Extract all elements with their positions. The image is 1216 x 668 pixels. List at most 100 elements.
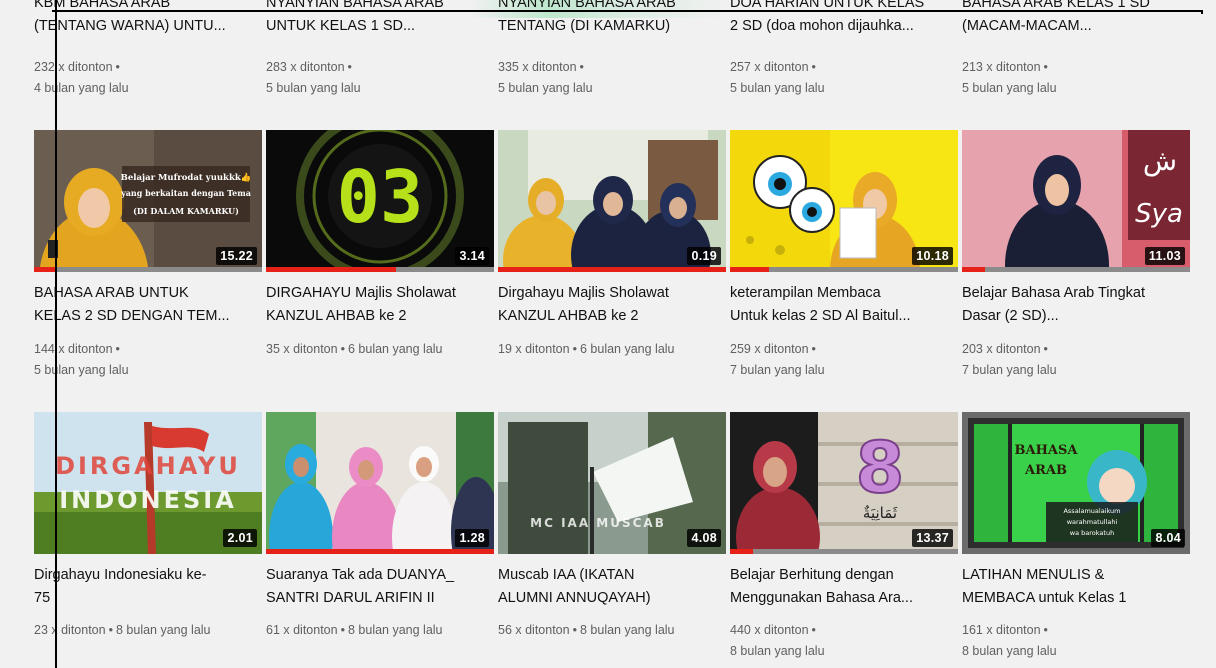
thumbnail-caption: Assalamualaikum — [1063, 507, 1120, 515]
video-title[interactable]: Suaranya Tak ada DUANYA_ SANTRI DARUL ARI… — [266, 564, 494, 610]
upload-age: 4 bulan yang lalu — [34, 81, 129, 95]
annotation-line-tick — [1201, 10, 1203, 14]
view-count: 61 x ditonton — [266, 623, 338, 637]
view-count: 259 x ditonton — [730, 342, 809, 356]
watch-progress — [34, 267, 262, 272]
video-title[interactable]: DIRGAHAYU Majlis Sholawat KANZUL AHBAB ke… — [266, 282, 494, 328]
upload-age: 5 bulan yang lalu — [498, 81, 593, 95]
thumbnail-caption: BAHASA — [1015, 443, 1079, 458]
thumbnail-caption: INDONESIA — [59, 486, 237, 514]
thumbnail-caption: (DI DALAM KAMARKU) — [133, 206, 239, 216]
upload-age: 8 bulan yang lalu — [579, 623, 675, 637]
annotation-line-vertical — [55, 0, 57, 668]
view-count: 203 x ditonton — [962, 342, 1041, 356]
watch-progress-fill — [498, 267, 726, 272]
view-count: 19 x ditonton — [498, 342, 570, 356]
video-thumbnail[interactable]: ش Sya 11.03 — [962, 130, 1190, 272]
video-duration: 10.18 — [912, 247, 953, 265]
thumbnail-caption: wa barokatuh — [1070, 529, 1114, 537]
video-meta: 283 x ditonton • 5 bulan yang lalu — [266, 57, 506, 99]
video-thumbnail[interactable]: 10.18 — [730, 130, 958, 272]
watch-progress-fill — [962, 267, 985, 272]
video-duration: 15.22 — [216, 247, 257, 265]
video-meta: 440 x ditonton • 8 bulan yang lalu — [730, 620, 970, 662]
thumbnail-caption: ش — [1143, 144, 1177, 177]
thumbnail-caption: warahmatullahi — [1067, 518, 1118, 526]
video-duration: 13.37 — [912, 529, 953, 547]
video-title[interactable]: BAHASA ARAB KELAS 1 SD (MACAM-MACAM... — [962, 0, 1190, 38]
video-thumbnail[interactable]: 1.28 — [266, 412, 494, 554]
view-count: 161 x ditonton — [962, 623, 1041, 637]
view-count: 35 x ditonton — [266, 342, 338, 356]
video-meta: 35 x ditonton • 6 bulan yang lalu — [266, 342, 443, 356]
video-title[interactable]: keterampilan Membaca Untuk kelas 2 SD Al … — [730, 282, 958, 328]
view-count: 23 x ditonton — [34, 623, 106, 637]
watch-progress — [266, 267, 494, 272]
video-meta: 335 x ditonton • 5 bulan yang lalu — [498, 57, 738, 99]
upload-age: 8 bulan yang lalu — [730, 644, 825, 658]
upload-age: 6 bulan yang lalu — [347, 342, 443, 356]
thumbnail-caption: 03 — [337, 155, 424, 239]
video-duration: 11.03 — [1144, 247, 1185, 265]
watch-progress — [730, 267, 958, 272]
watch-progress-fill — [730, 267, 769, 272]
video-title[interactable]: Dirgahayu Majlis Sholawat KANZUL AHBAB ke… — [498, 282, 726, 328]
video-title[interactable]: KBM BAHASA ARAB (TENTANG WARNA) UNTU... — [34, 0, 262, 38]
watch-progress-fill — [266, 267, 396, 272]
video-duration: 4.08 — [687, 529, 721, 547]
thumbnail-caption: 8 — [856, 427, 905, 509]
upload-age: 7 bulan yang lalu — [730, 363, 825, 377]
video-duration: 2.01 — [223, 529, 257, 547]
watch-progress-fill — [266, 549, 494, 554]
view-count: 283 x ditonton — [266, 60, 345, 74]
video-duration: 3.14 — [455, 247, 489, 265]
video-thumbnail[interactable]: MC IAA MUSCAB 4.08 — [498, 412, 726, 554]
view-count: 440 x ditonton — [730, 623, 809, 637]
upload-age: 8 bulan yang lalu — [115, 623, 211, 637]
video-title[interactable]: Belajar Berhitung dengan Menggunakan Baha… — [730, 564, 958, 610]
view-count: 56 x ditonton — [498, 623, 570, 637]
video-title[interactable]: NYANYIAN BAHASA ARAB TENTANG (DI KAMARKU) — [498, 0, 726, 38]
view-count: 144 x ditonton — [34, 342, 113, 356]
video-thumbnail[interactable]: 03 3.14 — [266, 130, 494, 272]
video-duration: 0.19 — [687, 247, 721, 265]
thumbnail-caption: MC IAA MUSCAB — [530, 516, 666, 530]
watch-progress-fill — [34, 267, 55, 272]
video-meta: 61 x ditonton • 8 bulan yang lalu — [266, 623, 443, 637]
watch-progress — [730, 549, 958, 554]
video-meta: 144 x ditonton • 5 bulan yang lalu — [34, 339, 274, 381]
upload-age: 8 bulan yang lalu — [347, 623, 443, 637]
video-meta: 257 x ditonton • 5 bulan yang lalu — [730, 57, 970, 99]
upload-age: 6 bulan yang lalu — [579, 342, 675, 356]
watch-progress — [962, 267, 1190, 272]
video-title[interactable]: NYANYIAN BAHASA ARAB UNTUK KELAS 1 SD... — [266, 0, 494, 38]
video-duration: 1.28 — [455, 529, 489, 547]
video-title[interactable]: DOA HARIAN UNTUK KELAS 2 SD (doa mohon di… — [730, 0, 958, 38]
video-thumbnail[interactable]: 8 ثَمَانِيَةٌ 13.37 — [730, 412, 958, 554]
thumbnail-caption: Sya — [1135, 199, 1183, 229]
thumbnail-caption: Belajar Mufrodat yuukkk👍 — [121, 172, 252, 183]
video-meta: 232 x ditonton • 4 bulan yang lalu — [34, 57, 274, 99]
video-thumbnail[interactable]: 0.19 — [498, 130, 726, 272]
view-count: 257 x ditonton — [730, 60, 809, 74]
thumbnail-caption: yang berkaitan dengan Tema — [120, 188, 251, 198]
view-count: 335 x ditonton — [498, 60, 577, 74]
video-title[interactable]: LATIHAN MENULIS & MEMBACA untuk Kelas 1 — [962, 564, 1190, 610]
video-title[interactable]: Belajar Bahasa Arab Tingkat Dasar (2 SD).… — [962, 282, 1190, 328]
video-thumbnail[interactable]: BAHASA ARAB Assalamualaikum warahmatulla… — [962, 412, 1190, 554]
thumbnail-caption: ثَمَانِيَةٌ — [863, 504, 897, 522]
video-meta: 213 x ditonton • 5 bulan yang lalu — [962, 57, 1202, 99]
upload-age: 5 bulan yang lalu — [962, 81, 1057, 95]
watch-progress — [498, 267, 726, 272]
video-meta: 161 x ditonton • 8 bulan yang lalu — [962, 620, 1202, 662]
video-meta: 23 x ditonton • 8 bulan yang lalu — [34, 623, 211, 637]
video-meta: 259 x ditonton • 7 bulan yang lalu — [730, 339, 970, 381]
video-title[interactable]: Dirgahayu Indonesiaku ke- 75 — [34, 564, 262, 610]
video-duration: 8.04 — [1151, 529, 1185, 547]
video-title[interactable]: BAHASA ARAB UNTUK KELAS 2 SD DENGAN TEM..… — [34, 282, 262, 328]
watch-progress-fill — [730, 549, 753, 554]
thumbnail-caption: ARAB — [1024, 463, 1067, 478]
video-thumbnail[interactable]: Belajar Mufrodat yuukkk👍 yang berkaitan … — [34, 130, 262, 272]
video-title[interactable]: Muscab IAA (IKATAN ALUMNI ANNUQAYAH) — [498, 564, 726, 610]
video-thumbnail[interactable]: DIRGAHAYU INDONESIA 2.01 — [34, 412, 262, 554]
